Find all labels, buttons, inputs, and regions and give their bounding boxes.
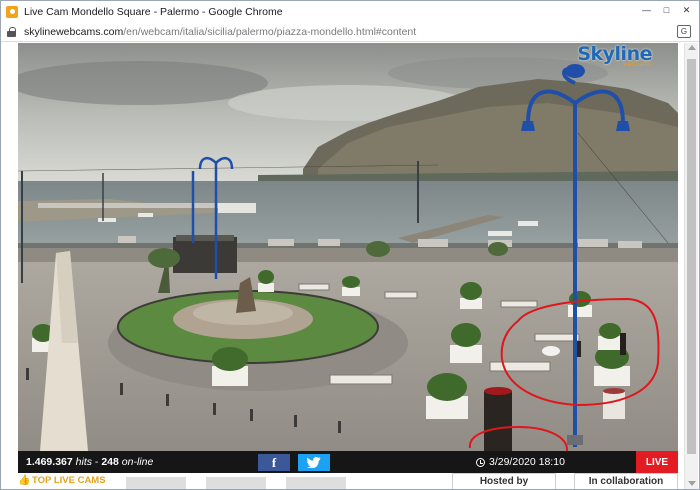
live-badge: LIVE xyxy=(636,451,678,473)
twitter-share-button[interactable] xyxy=(298,454,330,471)
browser-window: Live Cam Mondello Square - Palermo - Goo… xyxy=(0,0,700,490)
page-content: Skyline webcams 1.469.367 hits - 248 on-… xyxy=(2,43,686,489)
translate-icon[interactable]: G xyxy=(677,25,691,38)
annotation-circle-timestamp xyxy=(468,425,568,451)
close-icon[interactable]: ✕ xyxy=(678,3,695,17)
url-host: skylinewebcams.com xyxy=(24,25,124,38)
favicon-icon xyxy=(6,5,18,18)
thumbs-up-icon: 👍 xyxy=(18,474,31,486)
annotation-overlay xyxy=(468,297,660,451)
scrollbar-thumb[interactable] xyxy=(687,59,696,454)
hits-counter: 1.469.367 hits - 248 on-line xyxy=(26,456,153,468)
in-collaboration-tab[interactable]: In collaboration xyxy=(574,473,678,489)
facebook-icon: f xyxy=(271,454,277,470)
window-controls: — □ ✕ xyxy=(638,3,695,17)
webcam-timestamp: 3/29/2020 18:10 xyxy=(476,451,565,473)
url-path: /en/webcam/italia/sicilia/palermo/piazza… xyxy=(123,25,417,38)
webcam-view[interactable]: Skyline webcams xyxy=(18,43,678,451)
hosted-by-tab[interactable]: Hosted by xyxy=(452,473,556,489)
cam-thumbnail[interactable] xyxy=(206,477,266,489)
cam-thumbnail[interactable] xyxy=(126,477,186,489)
annotation-circle-people xyxy=(500,297,660,407)
vertical-scrollbar[interactable] xyxy=(684,43,698,489)
cam-thumbnail[interactable] xyxy=(286,477,346,489)
maximize-icon[interactable]: □ xyxy=(658,3,675,17)
clock-icon xyxy=(476,457,485,467)
hits-separator: - xyxy=(94,456,99,468)
scroll-up-arrow-icon[interactable] xyxy=(688,45,696,50)
timestamp-text: 3/29/2020 18:10 xyxy=(489,456,565,468)
top-live-cams-heading[interactable]: 👍 TOP LIVE CAMS xyxy=(18,475,106,486)
online-word: on-line xyxy=(121,456,154,468)
page-bottom-row: 👍 TOP LIVE CAMS Hosted by In collaborati… xyxy=(18,473,678,489)
online-count: 248 xyxy=(101,456,119,468)
scroll-down-arrow-icon[interactable] xyxy=(688,481,696,486)
address-bar[interactable]: skylinewebcams.com/en/webcam/italia/sici… xyxy=(1,22,699,42)
hits-word: hits xyxy=(75,456,92,468)
hits-count: 1.469.367 xyxy=(26,456,73,468)
facebook-share-button[interactable]: f xyxy=(258,454,290,471)
minimize-icon[interactable]: — xyxy=(638,3,655,17)
url-text[interactable]: skylinewebcams.com/en/webcam/italia/sici… xyxy=(24,26,416,38)
skyline-logo[interactable]: Skyline webcams xyxy=(577,43,652,68)
twitter-bird-icon xyxy=(307,457,321,468)
top-cams-thumbnails xyxy=(126,477,346,489)
title-bar: Live Cam Mondello Square - Palermo - Goo… xyxy=(1,1,699,22)
lock-icon[interactable] xyxy=(7,26,16,37)
top-live-cams-label: TOP LIVE CAMS xyxy=(32,475,106,486)
window-title: Live Cam Mondello Square - Palermo - Goo… xyxy=(24,5,283,18)
webcam-status-bar: 1.469.367 hits - 248 on-line f 3/29/2020… xyxy=(18,451,678,473)
